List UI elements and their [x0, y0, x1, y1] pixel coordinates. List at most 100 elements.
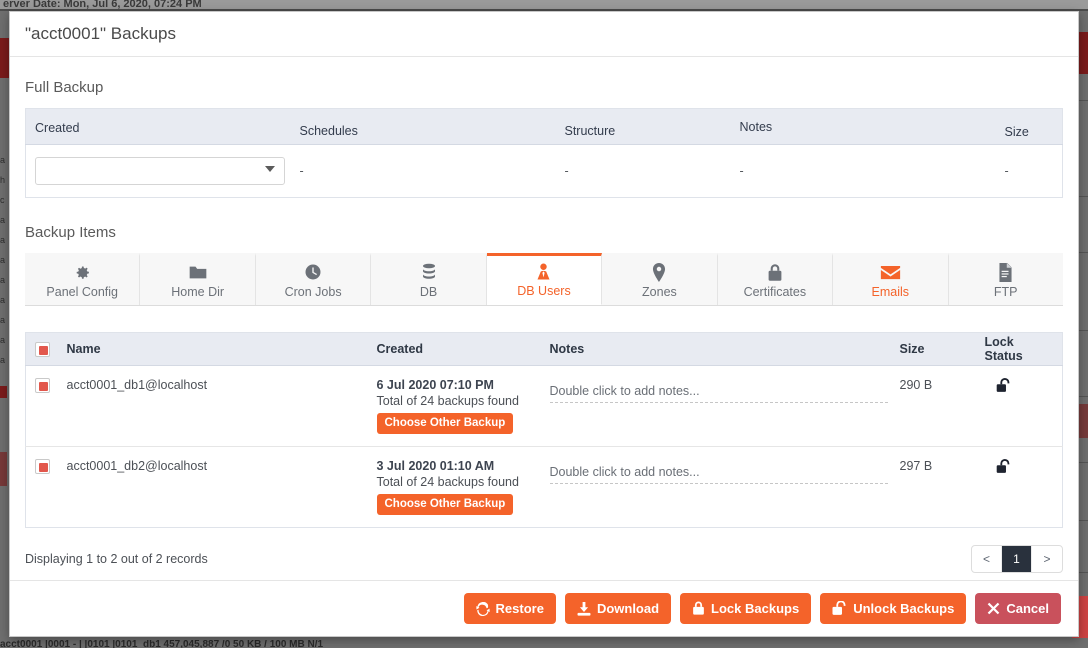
- map-pin-icon: [652, 262, 666, 282]
- full-backup-table: Created Schedules Structure Notes Size -…: [25, 108, 1063, 198]
- row-select-cell: [26, 447, 58, 528]
- select-all-checkbox[interactable]: [35, 341, 50, 357]
- row-name: acct0001_db1@localhost: [57, 365, 368, 447]
- row-checkbox[interactable]: [35, 459, 50, 475]
- row-created-sub: Total of 24 backups found: [376, 475, 519, 489]
- tab-label: Panel Config: [46, 284, 118, 299]
- tab-label: Home Dir: [171, 284, 225, 299]
- row-select-cell: [25, 365, 58, 447]
- column-header-schedules: Schedules: [290, 108, 556, 145]
- background-accent-left-1: [0, 38, 9, 78]
- table-row: acct0001_db1@localhost 6 Jul 2020 07:10 …: [25, 365, 1063, 447]
- restore-button[interactable]: Restore: [463, 593, 556, 624]
- tab-certificates[interactable]: Certificates: [717, 253, 834, 305]
- clock-icon: [304, 263, 322, 282]
- tab-db-users[interactable]: DB Users: [486, 253, 603, 305]
- database-icon: [421, 263, 437, 282]
- tab-db[interactable]: DB: [371, 253, 487, 305]
- tab-label: FTP: [993, 284, 1018, 299]
- lock-icon: [767, 263, 783, 282]
- row-created-date: 6 Jul 2020 07:10 PM: [376, 378, 494, 392]
- row-name: acct0001_db2@localhost: [66, 459, 208, 473]
- background-left-gutter: a h c a a a a a a a a: [0, 155, 6, 365]
- gear-icon: [74, 263, 91, 282]
- row-lock-status-cell: [976, 447, 1063, 528]
- column-header-size: Size: [890, 332, 976, 366]
- modal-action-bar: Restore Download Lock Backups Unlock Bac…: [10, 580, 1078, 636]
- button-label: Download: [596, 601, 660, 616]
- column-header-select-all: [25, 332, 58, 366]
- backups-modal: "acct0001" Backups Full Backup Created S…: [9, 11, 1079, 637]
- tab-zones[interactable]: Zones: [602, 253, 718, 305]
- column-header-size: Size: [995, 108, 1063, 145]
- row-created-cell: 3 Jul 2020 01:10 AM Total of 24 backups …: [368, 447, 541, 528]
- modal-header: "acct0001" Backups: [10, 12, 1078, 57]
- server-date-status: erver Date: Mon, Jul 6, 2020, 07:24 PM: [0, 0, 1088, 9]
- column-header-notes: Notes: [540, 332, 891, 366]
- pagination-next[interactable]: >: [1032, 546, 1062, 572]
- backup-items-tabs: Panel Config Home Dir Cron Jobs DB DB Us…: [25, 253, 1063, 306]
- tab-label: DB: [419, 284, 438, 299]
- button-label: Unlock Backups: [853, 601, 955, 616]
- records-count: Displaying 1 to 2 out of 2 records: [25, 552, 208, 566]
- tab-label: Cron Jobs: [284, 284, 342, 299]
- tab-label: DB Users: [517, 284, 571, 298]
- download-button[interactable]: Download: [564, 593, 672, 624]
- row-created-cell: 6 Jul 2020 07:10 PM Total of 24 backups …: [367, 365, 541, 447]
- full-backup-schedules-value: -: [299, 164, 304, 178]
- column-header-lock-status: Lock Status: [975, 332, 1063, 366]
- lock-open-icon: [832, 601, 847, 616]
- file-lines-icon: [998, 262, 1013, 282]
- full-backup-created-cell: [26, 145, 291, 198]
- items-header-row: Name Created Notes Size Lock Status: [25, 332, 1063, 366]
- lock-open-icon[interactable]: [996, 378, 1011, 397]
- unlock-backups-button[interactable]: Unlock Backups: [820, 593, 967, 624]
- column-header-created: Created: [367, 332, 541, 366]
- backup-items-heading: Backup Items: [25, 224, 116, 241]
- full-backup-created-select[interactable]: [35, 157, 285, 185]
- full-backup-row: - - - -: [26, 145, 1063, 198]
- grid-footer: Displaying 1 to 2 out of 2 records < 1 >: [25, 542, 1063, 576]
- tab-label: Emails: [871, 284, 910, 299]
- folder-icon: [188, 263, 208, 282]
- full-backup-size-value: -: [1004, 164, 1009, 178]
- column-header-created: Created: [25, 108, 291, 145]
- lock-closed-icon: [692, 601, 705, 616]
- pagination: < 1 >: [971, 545, 1063, 573]
- tab-label: Certificates: [743, 284, 807, 299]
- refresh-icon: [475, 601, 490, 616]
- row-checkbox[interactable]: [35, 378, 50, 394]
- user-tie-icon: [535, 262, 552, 281]
- row-notes-cell: Double click to add notes...: [541, 447, 891, 528]
- choose-other-backup-button[interactable]: Choose Other Backup: [376, 413, 514, 434]
- lock-open-icon[interactable]: [996, 459, 1011, 478]
- tab-emails[interactable]: Emails: [833, 253, 949, 305]
- notes-input[interactable]: Double click to add notes...: [549, 465, 888, 484]
- choose-other-backup-button[interactable]: Choose Other Backup: [376, 494, 514, 515]
- page-title: "acct0001" Backups: [25, 24, 176, 43]
- column-header-structure: Structure: [555, 108, 731, 145]
- full-backup-notes-value: -: [739, 164, 744, 178]
- download-icon: [577, 601, 591, 616]
- tab-panel-config[interactable]: Panel Config: [25, 253, 141, 305]
- cancel-button[interactable]: Cancel: [975, 593, 1061, 624]
- full-backup-header-row: Created Schedules Structure Notes Size: [25, 108, 1063, 145]
- row-size: 297 B: [899, 459, 933, 473]
- column-header-name: Name: [57, 332, 368, 366]
- tab-ftp[interactable]: FTP: [948, 253, 1063, 305]
- tab-cron-jobs[interactable]: Cron Jobs: [255, 253, 372, 305]
- column-header-notes: Notes: [730, 108, 996, 145]
- tab-label: Zones: [642, 284, 677, 299]
- notes-input[interactable]: Double click to add notes...: [549, 384, 888, 403]
- pagination-prev[interactable]: <: [972, 546, 1002, 572]
- lock-backups-button[interactable]: Lock Backups: [680, 593, 812, 624]
- background-bottom-row: acct0001 |0001 - | |0101 |0101_db1 457,0…: [0, 640, 324, 648]
- row-size: 290 B: [890, 365, 976, 447]
- tab-home-dir[interactable]: Home Dir: [140, 253, 256, 305]
- full-backup-structure-value: -: [564, 164, 569, 178]
- full-backup-select-wrap: [35, 157, 285, 185]
- button-label: Restore: [495, 601, 544, 616]
- envelope-icon: [880, 263, 901, 282]
- background-accent-left-2: [0, 386, 7, 398]
- pagination-page-1[interactable]: 1: [1002, 546, 1032, 572]
